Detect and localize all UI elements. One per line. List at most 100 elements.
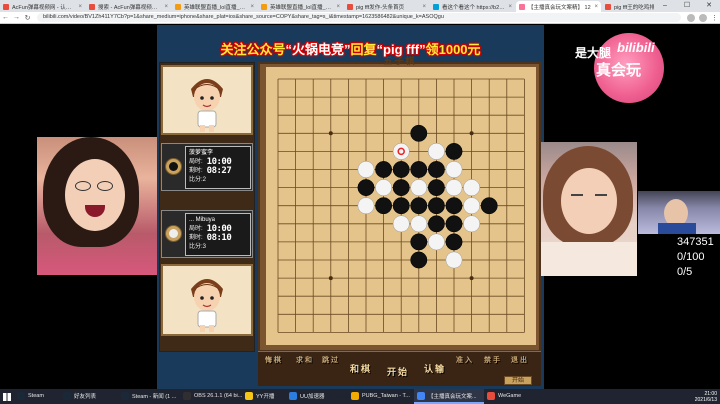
- counter-goal: 0/100: [677, 251, 705, 263]
- taskbar-item-label: 【主播真会玩文案...: [428, 393, 477, 400]
- black-stone: [375, 197, 393, 215]
- system-tray-clock[interactable]: 21:00 2021/6/13: [695, 389, 717, 404]
- tab-favicon-icon: [433, 3, 439, 10]
- player-white-total-time: 08:10: [206, 233, 232, 243]
- browser-tab[interactable]: AcFun弹幕视频网 - 认真你就输了×: [0, 1, 85, 12]
- taskbar-item[interactable]: WeGame: [484, 389, 534, 404]
- taskbar-item[interactable]: 【主播真会玩文案...: [414, 389, 484, 404]
- close-tab-icon[interactable]: ×: [78, 4, 82, 10]
- star-point: [328, 131, 333, 136]
- forward-icon[interactable]: →: [11, 14, 22, 21]
- counter-small: 0/5: [677, 266, 693, 278]
- tab-favicon-icon: [519, 3, 525, 10]
- app-icon: [17, 391, 25, 400]
- taskbar-item-label: Steam: [28, 392, 44, 399]
- taskbar-item[interactable]: PUBG_Taiwan - T...: [348, 389, 414, 404]
- url-input[interactable]: bilibili.com/video/BV1Zh411Y7Cb?p=1&shar…: [37, 13, 681, 22]
- back-icon[interactable]: ←: [0, 14, 11, 21]
- taskbar-item-label: WeGame: [498, 392, 522, 399]
- white-stone: [463, 215, 481, 233]
- game-title: 五子棋: [383, 56, 417, 66]
- resign-button[interactable]: 认输: [424, 362, 446, 375]
- black-stone: [427, 161, 445, 178]
- black-stone: [445, 197, 463, 215]
- browser-tab-bar: AcFun弹幕视频网 - 认真你就输了×搜索 - AcFun弹幕视频网 - 认真…: [0, 0, 720, 12]
- white-stone: [445, 251, 463, 269]
- black-stone: [427, 179, 445, 197]
- browser-tab[interactable]: 英雄联盟直播_lol直播_英雄联盟×: [258, 1, 343, 12]
- close-tab-icon[interactable]: ×: [250, 4, 254, 10]
- taskbar-item-label: 好友列表: [74, 393, 97, 400]
- board-grid[interactable]: [266, 67, 536, 345]
- tab-favicon-icon: [605, 3, 611, 10]
- start-button[interactable]: 开始: [387, 365, 409, 378]
- player-black-score: 2: [202, 177, 207, 183]
- app-icon: [183, 391, 191, 400]
- exit-button[interactable]: 退出: [511, 355, 529, 365]
- taskbar-item[interactable]: OBS 26.1.1 (64 bi...: [180, 389, 242, 404]
- ready-button[interactable]: 准入: [456, 355, 474, 365]
- black-stone: [410, 161, 428, 178]
- taskbar-item-label: UU加速器: [300, 393, 325, 400]
- skip-button[interactable]: 跳过: [322, 355, 340, 365]
- forbidden-button[interactable]: 禁手: [484, 355, 502, 365]
- taskbar-item[interactable]: Steam: [14, 389, 60, 404]
- gomoku-board[interactable]: [266, 67, 536, 345]
- taskbar-item[interactable]: Steam - 新闻 (1 ...: [118, 389, 180, 404]
- app-icon: [289, 391, 297, 400]
- taskbar-item-label: YY开播: [256, 393, 275, 400]
- close-window-button[interactable]: ✕: [698, 0, 720, 12]
- counter-total: 347351: [677, 236, 714, 248]
- close-tab-icon[interactable]: ×: [336, 4, 340, 10]
- black-stone: [410, 197, 428, 215]
- cartoon-boy-icon: [191, 79, 223, 132]
- cartoon-boy-icon: [191, 279, 223, 332]
- white-stone: [427, 233, 445, 251]
- black-stone-icon: [165, 158, 182, 175]
- extension-icon[interactable]: [687, 13, 695, 22]
- brand-text: 真会玩: [596, 62, 642, 79]
- white-stone: [410, 179, 428, 197]
- close-tab-icon[interactable]: ×: [422, 4, 426, 10]
- opponent-avatar: [161, 65, 253, 135]
- browser-tab[interactable]: 看这个看这个 https://b23.tv/×: [430, 1, 515, 12]
- close-tab-icon[interactable]: ×: [164, 4, 168, 10]
- taskbar-item[interactable]: YY开播: [242, 389, 286, 404]
- maximize-button[interactable]: ☐: [676, 0, 698, 12]
- browser-tab[interactable]: pig fff发作-头条首页 ×: [344, 1, 429, 12]
- reload-icon[interactable]: ↻: [22, 14, 33, 22]
- black-stone: [427, 215, 445, 233]
- white-stone: [392, 215, 410, 233]
- browser-tab[interactable]: 搜索 - AcFun弹幕视频网 - 认真×: [86, 1, 171, 12]
- white-stone: [463, 197, 481, 215]
- close-tab-icon[interactable]: ×: [508, 4, 512, 10]
- player-black-panel: 菠萝蜜李 局时: 10:00 剩时: 08:27 比分: 2: [185, 146, 251, 189]
- black-stone: [480, 197, 498, 215]
- draw-button[interactable]: 和棋: [350, 362, 372, 375]
- white-stone: [445, 179, 463, 197]
- browser-tab[interactable]: 【主播真会玩文案精】 12 ×: [516, 1, 601, 12]
- draw-request-button[interactable]: 求和: [296, 355, 314, 365]
- app-icon: [487, 391, 495, 400]
- taskbar-item-label: PUBG_Taiwan - T...: [362, 392, 410, 399]
- profile-icon[interactable]: [699, 13, 707, 22]
- tab-label: AcFun弹幕视频网 - 认真你就输了: [12, 4, 77, 11]
- close-tab-icon[interactable]: ×: [594, 4, 598, 10]
- black-stone: [410, 233, 428, 251]
- window-controls: – ☐ ✕: [654, 0, 720, 12]
- tab-label: 英雄联盟直播_lol直播_英雄联盟: [270, 4, 334, 11]
- webcam-left: [37, 137, 157, 275]
- regret-button[interactable]: 悔棋: [265, 355, 283, 365]
- white-stone: [463, 179, 481, 197]
- menu-icon[interactable]: ⋮: [709, 14, 720, 22]
- start-menu-button[interactable]: [0, 389, 14, 404]
- black-stone: [375, 161, 393, 178]
- taskbar-item[interactable]: 好友列表: [60, 389, 118, 404]
- app-icon: [417, 391, 425, 400]
- taskbar-item[interactable]: UU加速器: [286, 389, 348, 404]
- white-stone: [375, 179, 393, 197]
- browser-tab[interactable]: 英雄联盟直播_lol直播_英雄联盟×: [172, 1, 257, 12]
- small-start-button[interactable]: 开始: [504, 376, 532, 385]
- minimize-button[interactable]: –: [654, 0, 676, 12]
- player-black-total-time: 08:27: [206, 166, 232, 176]
